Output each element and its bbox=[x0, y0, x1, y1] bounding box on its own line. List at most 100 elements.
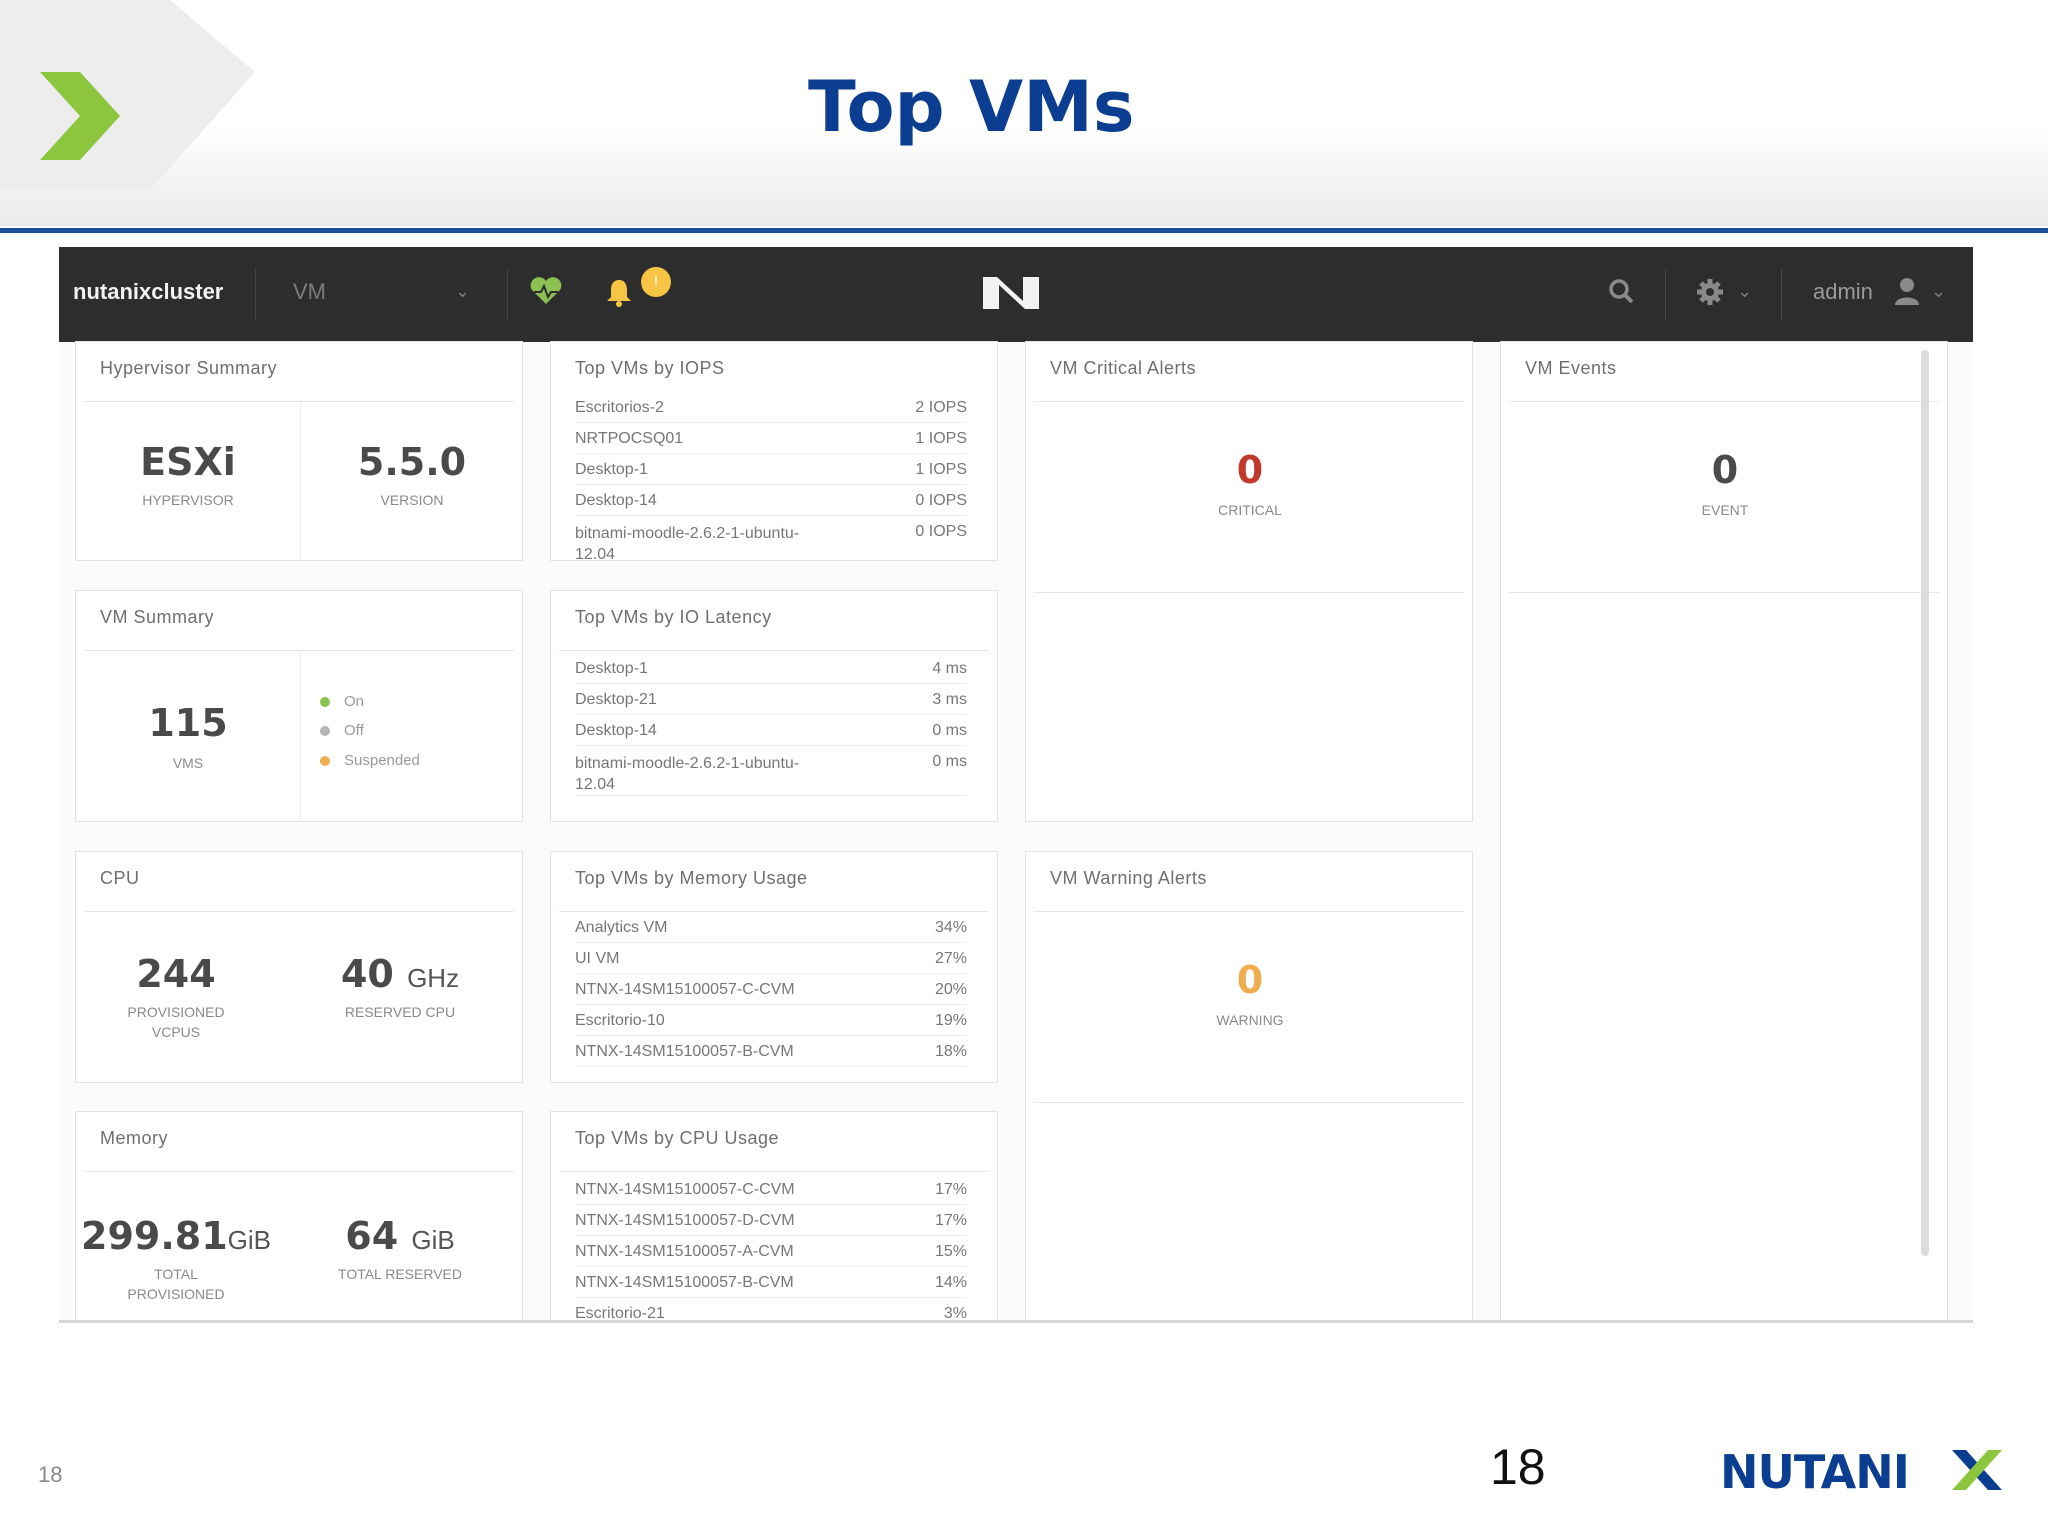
hypervisor-label: HYPERVISOR bbox=[142, 492, 234, 508]
off-status-dot bbox=[320, 726, 330, 737]
prism-dashboard: nutanixcluster VM ⌄ ! ⌄ admin ⌄ Hypervis… bbox=[59, 247, 1973, 1323]
vm-value: 19% bbox=[934, 1012, 967, 1029]
panel-title: CPU bbox=[100, 868, 140, 888]
vm-name: NTNX-14SM15100057-C-CVM bbox=[575, 1181, 795, 1198]
list-item[interactable]: NTNX-14SM15100057-D-CVM 17% bbox=[575, 1205, 967, 1236]
legend-on: On bbox=[320, 693, 364, 710]
panel-title: Top VMs by IOPS bbox=[575, 358, 725, 378]
svg-text:NUTANI: NUTANI bbox=[1720, 1445, 1909, 1498]
vm-value: 34% bbox=[934, 919, 967, 936]
list-item[interactable]: bitnami-moodle-2.6.2-1-ubuntu-12.04 0 ms bbox=[575, 746, 967, 796]
vm-value: 0 IOPS bbox=[915, 492, 967, 509]
chevron-down-icon[interactable]: ⌄ bbox=[455, 281, 470, 302]
vertical-scrollbar[interactable] bbox=[1921, 350, 1929, 1256]
health-heart-icon[interactable] bbox=[529, 275, 563, 307]
hypervisor-value: ESXi bbox=[140, 440, 236, 484]
panel-title: VM Summary bbox=[100, 607, 215, 627]
vm-value: 14% bbox=[934, 1274, 967, 1291]
chevron-down-icon[interactable]: ⌄ bbox=[1737, 281, 1752, 302]
chevron-logo-icon bbox=[0, 0, 255, 190]
total-provisioned-label: TOTAL PROVISIONED bbox=[127, 1266, 225, 1302]
list-item[interactable]: Desktop-21 3 ms bbox=[575, 684, 967, 715]
panel-title: Top VMs by CPU Usage bbox=[575, 1128, 780, 1148]
chevron-down-icon[interactable]: ⌄ bbox=[1931, 281, 1946, 302]
list-item[interactable]: Desktop-1 1 IOPS bbox=[575, 454, 967, 485]
divider bbox=[1034, 1102, 1464, 1103]
x-mark-icon bbox=[1952, 1450, 2002, 1490]
list-item[interactable]: Desktop-14 0 IOPS bbox=[575, 485, 967, 516]
view-selector[interactable]: VM bbox=[293, 279, 326, 305]
list-item[interactable]: NTNX-14SM15100057-B-CVM 14% bbox=[575, 1267, 967, 1298]
alert-bell-icon[interactable] bbox=[605, 277, 633, 307]
vm-name: NTNX-14SM15100057-A-CVM bbox=[575, 1243, 794, 1260]
panel-title: Memory bbox=[100, 1128, 169, 1148]
divider bbox=[84, 650, 514, 651]
list-item[interactable]: NRTPOCSQ01 1 IOPS bbox=[575, 423, 967, 454]
divider bbox=[1781, 269, 1782, 321]
slide-page-number: 18 bbox=[1490, 1439, 1546, 1495]
top-vms-memory-panel: Top VMs by Memory Usage Analytics VM 34% … bbox=[550, 851, 998, 1083]
vm-summary-panel: VM Summary 115 VMS On 57 Off 58 Suspende… bbox=[75, 590, 578, 822]
critical-count[interactable]: 0 bbox=[1026, 448, 1474, 492]
top-navigation-bar: nutanixcluster VM ⌄ ! ⌄ admin ⌄ bbox=[59, 247, 1973, 342]
search-icon[interactable] bbox=[1607, 277, 1635, 307]
divider bbox=[1509, 592, 1939, 593]
suspended-status-dot bbox=[320, 756, 330, 767]
list-item[interactable]: Desktop-1 4 ms bbox=[575, 653, 967, 684]
top-vms-latency-panel: Top VMs by IO Latency Desktop-1 4 ms Desk… bbox=[550, 590, 998, 822]
vm-name: Desktop-21 bbox=[575, 691, 657, 708]
slide-header: Top VMs bbox=[0, 0, 2048, 226]
vm-value: 4 ms bbox=[932, 660, 967, 677]
total-reserved-number: 64 bbox=[345, 1214, 399, 1258]
vm-name: Escritorio-10 bbox=[575, 1012, 665, 1029]
cluster-name[interactable]: nutanixcluster bbox=[73, 279, 223, 305]
panel-title: Top VMs by IO Latency bbox=[575, 607, 772, 627]
version-label: VERSION bbox=[380, 492, 444, 508]
list-item[interactable]: bitnami-moodle-2.6.2-1-ubuntu-12.04 0 IOP… bbox=[575, 516, 967, 560]
user-menu-name[interactable]: admin bbox=[1813, 279, 1873, 305]
legend-label: Off bbox=[344, 722, 364, 739]
vm-name: Desktop-1 bbox=[575, 461, 648, 478]
event-count[interactable]: 0 bbox=[1501, 448, 1949, 492]
provisioned-vcpus-value: 244 bbox=[136, 952, 216, 996]
vm-count-label: VMS bbox=[172, 755, 204, 771]
nutanix-logo: NUTANI bbox=[1720, 1445, 2002, 1498]
vm-value: 27% bbox=[934, 950, 967, 967]
list-item[interactable]: NTNX-14SM15100057-C-CVM 20% bbox=[575, 974, 967, 1005]
vm-name: Analytics VM bbox=[575, 919, 668, 936]
vm-name: Desktop-14 bbox=[575, 492, 657, 509]
vm-value: 20% bbox=[934, 981, 967, 998]
user-icon[interactable] bbox=[1893, 275, 1921, 307]
vm-value: 17% bbox=[934, 1212, 967, 1229]
top-vms-cpu-panel: Top VMs by CPU Usage NTNX-14SM15100057-C… bbox=[550, 1111, 998, 1320]
divider bbox=[1034, 911, 1464, 912]
gear-icon[interactable] bbox=[1695, 277, 1725, 307]
legend-suspended: Suspended bbox=[320, 752, 420, 769]
list-item[interactable]: Analytics VM 34% bbox=[575, 912, 967, 943]
warning-count[interactable]: 0 bbox=[1026, 958, 1474, 1002]
divider bbox=[1034, 592, 1464, 593]
list-item[interactable]: Desktop-14 0 ms bbox=[575, 715, 967, 746]
total-reserved-value: 64 GiB bbox=[276, 1214, 524, 1258]
vm-value: 1 IOPS bbox=[915, 461, 967, 478]
list-item[interactable]: Escritorios-2 2 IOPS bbox=[575, 392, 967, 423]
panel-title: VM Critical Alerts bbox=[1050, 358, 1197, 378]
divider bbox=[559, 650, 989, 651]
alert-count-badge[interactable]: ! bbox=[641, 267, 671, 297]
critical-label: CRITICAL bbox=[1218, 502, 1282, 518]
memory-panel: Memory 299.81GiB TOTAL PROVISIONED 64 Gi… bbox=[75, 1111, 524, 1320]
list-item[interactable]: NTNX-14SM15100057-A-CVM 15% bbox=[575, 1236, 967, 1267]
list-item[interactable]: Escritorio-10 19% bbox=[575, 1005, 967, 1036]
list-item[interactable]: NTNX-14SM15100057-B-CVM 18% bbox=[575, 1036, 967, 1067]
divider bbox=[84, 911, 514, 912]
list-item[interactable]: UI VM 27% bbox=[575, 943, 967, 974]
nutanix-n-logo-icon[interactable] bbox=[981, 273, 1041, 313]
list-item[interactable]: Escritorio-21 3% bbox=[575, 1298, 967, 1320]
divider bbox=[1665, 269, 1666, 321]
provisioned-vcpus-label: PROVISIONED VCPUS bbox=[127, 1004, 225, 1040]
on-status-dot bbox=[320, 697, 330, 708]
vm-value: 3 ms bbox=[932, 691, 967, 708]
list-item[interactable]: NTNX-14SM15100057-C-CVM 17% bbox=[575, 1174, 967, 1205]
vm-name: Escritorios-2 bbox=[575, 399, 664, 416]
divider bbox=[84, 401, 514, 402]
